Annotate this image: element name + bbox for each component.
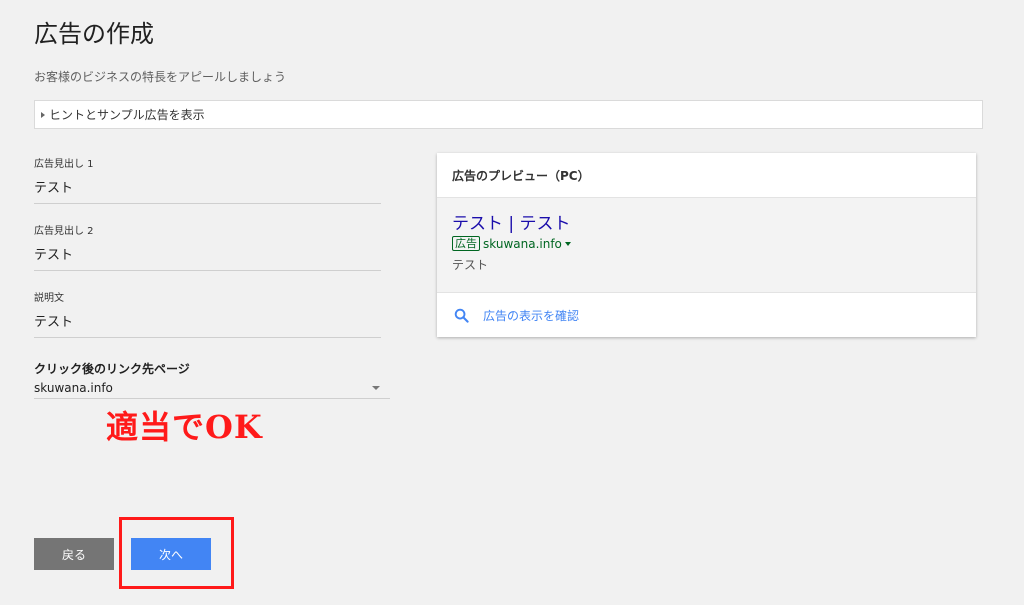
expand-triangle-icon (41, 111, 45, 118)
preview-title: 広告のプレビュー（PC） (437, 153, 976, 198)
ad-preview-card: 広告のプレビュー（PC） テスト | テスト 広告 skuwana.info テ… (437, 153, 976, 337)
annotation-highlight-box (119, 517, 234, 589)
preview-display-url: skuwana.info (483, 236, 562, 251)
chevron-down-icon (372, 386, 380, 390)
headline2-input[interactable]: テスト (34, 244, 381, 263)
headline2-label: 広告見出し 2 (34, 226, 94, 237)
headline2-underline (34, 270, 381, 271)
headline1-input[interactable]: テスト (34, 177, 381, 196)
headline1-label: 広告見出し 1 (34, 159, 94, 170)
back-button[interactable]: 戻る (34, 538, 114, 570)
final-url-label: クリック後のリンク先ページ (34, 362, 190, 376)
description-label: 説明文 (34, 293, 64, 304)
preview-url-row: 広告 skuwana.info (452, 236, 976, 251)
hints-toggle[interactable]: ヒントとサンプル広告を表示 (34, 100, 983, 129)
description-underline (34, 337, 381, 338)
description-field[interactable]: 説明文 テスト (34, 289, 381, 338)
final-url-select[interactable]: skuwana.info (34, 378, 390, 399)
check-ad-display-link[interactable]: 広告の表示を確認 (437, 293, 976, 337)
preview-ad: テスト | テスト 広告 skuwana.info テスト (437, 198, 976, 293)
hints-toggle-label: ヒントとサンプル広告を表示 (49, 108, 205, 122)
headline2-field[interactable]: 広告見出し 2 テスト (34, 222, 381, 271)
ad-badge: 広告 (452, 236, 480, 251)
page-title: 広告の作成 (34, 20, 154, 48)
url-dropdown-icon (564, 241, 571, 246)
annotation-text: 適当でOK (106, 408, 263, 446)
preview-headline: テスト | テスト (452, 214, 571, 234)
final-url-value: skuwana.info (34, 381, 113, 395)
preview-description: テスト (452, 258, 489, 272)
check-ad-display-label: 広告の表示を確認 (483, 308, 580, 323)
description-input[interactable]: テスト (34, 311, 381, 330)
search-icon (454, 308, 469, 323)
headline1-underline (34, 203, 381, 204)
headline1-field[interactable]: 広告見出し 1 テスト (34, 155, 381, 204)
page-subtitle: お客様のビジネスの特長をアピールしましょう (34, 70, 287, 84)
